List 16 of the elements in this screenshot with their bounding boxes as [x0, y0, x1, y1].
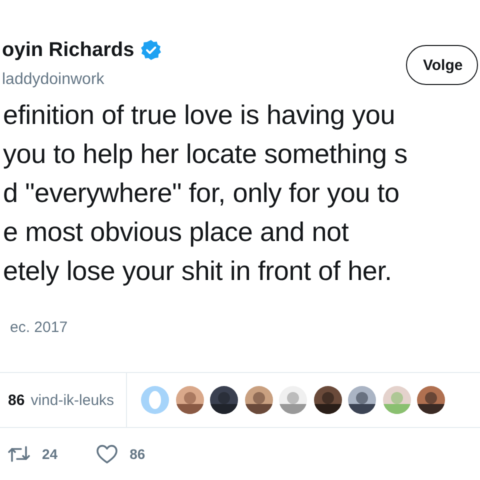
author-name[interactable]: oyin Richards: [2, 38, 134, 62]
retweet-icon: [8, 445, 30, 463]
heart-icon: [96, 444, 118, 464]
follow-button[interactable]: Volge: [406, 45, 478, 85]
author-handle[interactable]: laddydoinwork: [2, 70, 162, 90]
default-avatar-icon: [141, 386, 170, 414]
likes-count: 86: [8, 392, 25, 408]
tweet-text-line: etely lose your shit in front of her.: [3, 255, 393, 288]
retweet-count[interactable]: 24: [42, 446, 58, 462]
likes-label[interactable]: vind-ik-leuks: [30, 392, 114, 408]
tweet-text-line: you to help her locate something s: [3, 138, 408, 171]
tweet-text-line: efinition of true love is having you: [3, 99, 396, 132]
like-count[interactable]: 86: [130, 446, 146, 462]
tweet-text-line: e most obvious place and not: [3, 216, 350, 249]
tweet-text-line: d "everywhere" for, only for you to: [3, 177, 400, 210]
tweet-date[interactable]: ec. 2017: [10, 318, 480, 338]
